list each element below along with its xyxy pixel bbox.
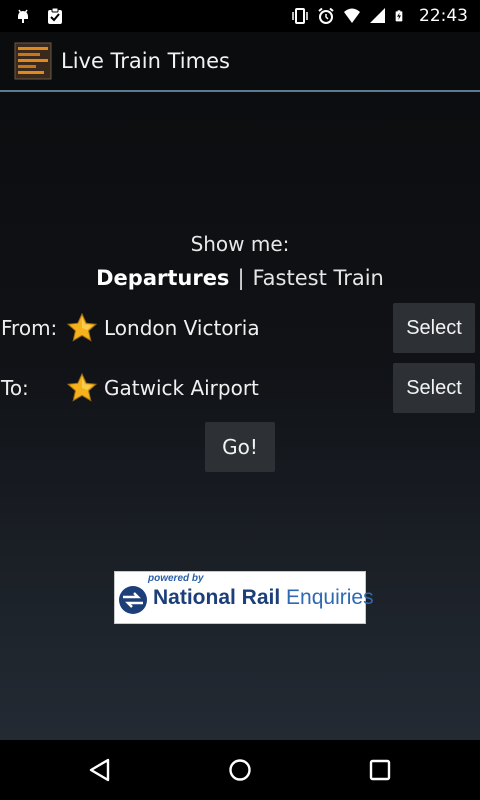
national-rail-logo[interactable]: powered by National Rail Enquiries	[114, 571, 374, 624]
favourite-star-icon[interactable]	[66, 312, 98, 344]
battery-charging-icon	[395, 10, 403, 22]
powered-by-text: powered by	[148, 573, 204, 584]
status-bar: 22:43	[0, 0, 480, 32]
mode-separator: |	[237, 266, 245, 290]
alarm-icon	[318, 7, 334, 24]
from-label: From:	[1, 316, 58, 340]
mode-selector: Departures | Fastest Train	[0, 266, 480, 290]
wordmark-light: Enquiries	[280, 586, 374, 609]
mode-fastest-train[interactable]: Fastest Train	[253, 266, 384, 290]
clipboard-check-icon	[48, 7, 62, 24]
wifi-icon	[344, 8, 360, 23]
home-icon[interactable]	[226, 756, 254, 784]
to-row: To: Gatwick Airport Select	[0, 363, 480, 413]
favourite-star-icon[interactable]	[66, 372, 98, 404]
from-row: From: London Victoria Select	[0, 303, 480, 353]
departure-board-icon[interactable]	[14, 42, 52, 80]
back-icon[interactable]	[86, 756, 114, 784]
from-station: London Victoria	[104, 316, 260, 340]
go-button[interactable]: Go!	[205, 422, 275, 472]
android-debug-icon	[18, 9, 28, 23]
status-clock: 22:43	[419, 6, 468, 26]
navigation-bar	[0, 740, 480, 800]
vibrate-icon	[292, 8, 308, 24]
mode-departures[interactable]: Departures	[96, 266, 229, 290]
show-me-label: Show me:	[190, 232, 290, 256]
action-bar: Live Train Times	[0, 32, 480, 90]
signal-icon	[370, 8, 385, 23]
national-rail-double-arrow-icon	[119, 586, 147, 614]
action-bar-divider	[0, 90, 480, 92]
to-label: To:	[1, 376, 29, 400]
wordmark-bold: National Rail	[153, 586, 281, 609]
app-title: Live Train Times	[61, 49, 230, 73]
to-select-button[interactable]: Select	[393, 363, 475, 413]
national-rail-wordmark: National Rail Enquiries	[153, 586, 374, 610]
from-select-button[interactable]: Select	[393, 303, 475, 353]
recent-apps-icon[interactable]	[366, 756, 394, 784]
to-station: Gatwick Airport	[104, 376, 259, 400]
